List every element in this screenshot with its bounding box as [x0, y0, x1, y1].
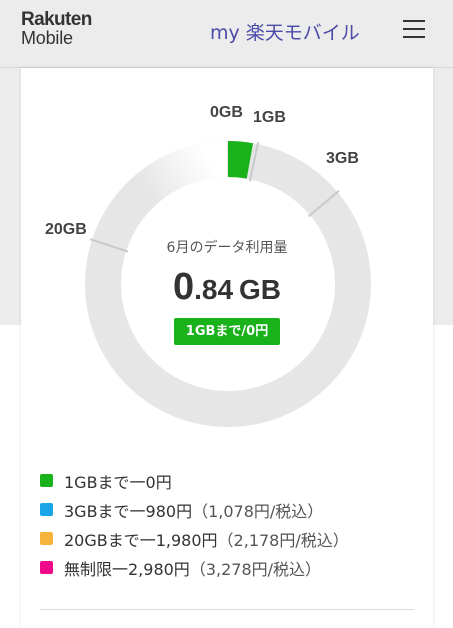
legend-swatch-orange [40, 532, 53, 545]
current-plan-badge: 1GBまで/0円 [174, 318, 280, 345]
legend-label: 無制限一2,980円 [64, 559, 190, 579]
card-divider [40, 609, 414, 610]
usage-value-decimal: .84 [194, 274, 234, 305]
legend-swatch-green [40, 474, 53, 487]
legend-label: 20GBまで一1,980円 [64, 530, 218, 550]
legend-note: （2,178円/税込） [217, 530, 349, 550]
usage-caption: 6月のデータ利用量 [166, 240, 288, 256]
logo-line-2: Mobile [21, 28, 73, 48]
legend-label: 3GBまで一980円 [64, 501, 193, 521]
legend-item: 1GBまで一0円 [40, 466, 349, 495]
logo-line-1: Rakuten [21, 9, 92, 30]
legend-item: 3GBまで一980円 （1,078円/税込） [40, 495, 349, 524]
hamburger-menu-icon[interactable] [401, 18, 427, 40]
legend-swatch-blue [40, 503, 53, 516]
usage-value-unit: GB [239, 274, 282, 305]
donut-fade-overlay [93, 141, 228, 248]
legend-item: 無制限一2,980円 （3,278円/税込） [40, 553, 349, 582]
price-legend: 1GBまで一0円 3GBまで一980円 （1,078円/税込） 20GBまで一1… [40, 466, 349, 582]
legend-item: 20GBまで一1,980円 （2,178円/税込） [40, 524, 349, 553]
ring-label-3gb: 3GB [326, 150, 359, 167]
usage-value-integer: 0 [172, 266, 195, 308]
data-usage-card: 0GB 1GB 3GB 20GB 6月のデータ利用量 0.84 GB 1GBまで/… [21, 68, 433, 628]
legend-swatch-pink [40, 561, 53, 574]
rakuten-mobile-logo[interactable]: Rakuten Mobile [21, 10, 92, 48]
ring-label-0gb: 0GB [210, 104, 243, 121]
header-title: my 楽天モバイル [210, 22, 360, 44]
legend-note: （3,278円/税込） [189, 559, 322, 579]
ring-label-1gb: 1GB [253, 109, 286, 126]
legend-label: 1GBまで一0円 [64, 472, 172, 492]
usage-value: 0.84 GB [21, 266, 433, 309]
legend-note: （1,078円/税込） [192, 501, 324, 521]
app-header: Rakuten Mobile my 楽天モバイル [0, 0, 453, 68]
